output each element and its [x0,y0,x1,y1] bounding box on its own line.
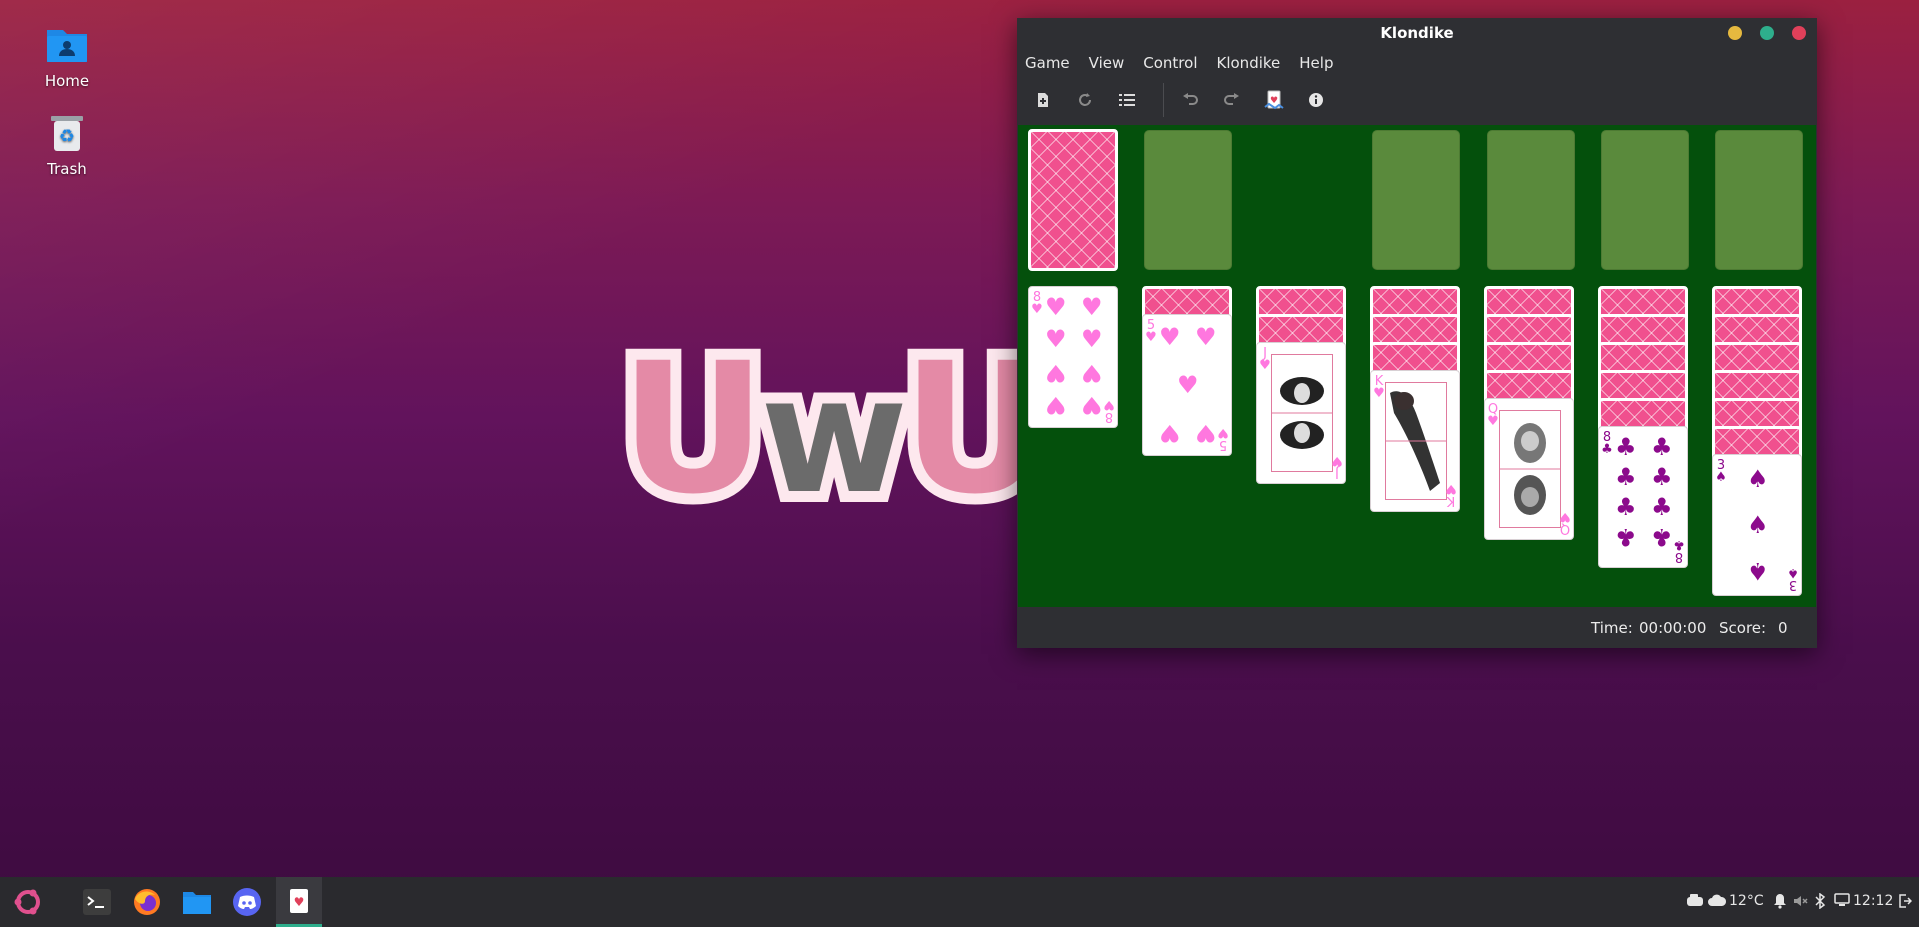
menu-klondike[interactable]: Klondike [1217,54,1281,72]
desktop-icon-trash[interactable]: ♻ Trash [36,110,98,178]
svg-text:♥: ♥ [294,895,305,909]
taskbar: ♥ 12°C 12:12 [0,877,1919,927]
card-table[interactable]: 8 ♥ ♥ ♥ ♥ ♥ ♥ ♥ ♥ ♥ 8 ♥ 5 ♥ ♥ ♥ ♥ ♥ ♥ 5 ♥ J ♥ J ♥ [1018,125,1816,607]
tableau-card-8-hearts[interactable]: 8 ♥ ♥ ♥ ♥ ♥ ♥ ♥ ♥ ♥ 8 ♥ [1028,286,1118,428]
select-game-icon[interactable] [1115,88,1139,112]
home-folder-icon [45,22,89,66]
foundation-slot[interactable] [1715,130,1803,270]
foundation-slot[interactable] [1487,130,1575,270]
firefox-icon[interactable] [131,886,163,918]
notification-bell-icon[interactable] [1773,893,1787,913]
tableau-card-Q-hearts[interactable]: Q ♥ Q ♥ [1484,398,1574,540]
tableau-card-J-hearts[interactable]: J ♥ J ♥ [1256,342,1346,484]
desktop-icon-label: Trash [47,160,87,178]
cat-face-art [1499,410,1561,528]
cloud-icon [1707,893,1727,911]
foundation-slot[interactable] [1601,130,1689,270]
time-label: Time: [1591,619,1633,637]
desktop-icon-label: Home [44,72,90,90]
toolbar-separator [1163,83,1164,117]
restart-icon[interactable] [1073,88,1097,112]
menu-control[interactable]: Control [1143,54,1197,72]
cat-face-art [1271,354,1333,472]
info-icon[interactable] [1304,88,1328,112]
title-bar[interactable]: Klondike [1017,18,1817,48]
discord-icon[interactable] [231,886,263,918]
new-game-icon[interactable] [1031,88,1055,112]
volume-muted-icon[interactable] [1792,893,1808,913]
hint-icon[interactable]: ♥ [1262,88,1286,112]
waste-slot[interactable] [1144,130,1232,270]
score-label: Score: [1719,619,1767,637]
menu-bar: Game View Control Klondike Help [1017,48,1817,78]
svg-text:♻: ♻ [59,126,75,147]
menu-game[interactable]: Game [1025,54,1070,72]
menu-view[interactable]: View [1089,54,1125,72]
menu-help[interactable]: Help [1299,54,1333,72]
maximize-button[interactable] [1760,26,1774,40]
app-menu-icon[interactable] [12,886,44,918]
undo-icon[interactable] [1178,88,1202,112]
logout-icon[interactable] [1898,893,1913,913]
weather-app-icon[interactable] [1686,893,1704,911]
klondike-window: Klondike Game View Control Klondike Help… [1017,18,1817,648]
score-value: 0 [1778,619,1788,637]
temperature[interactable]: 12°C [1729,893,1764,909]
toolbar: ♥ [1017,78,1817,122]
clock[interactable]: 12:12 [1853,893,1893,909]
tableau-card-8-clubs[interactable]: 8 ♣ ♣ ♣ ♣ ♣ ♣ ♣ ♣ ♣ 8 ♣ [1598,426,1688,568]
solitaire-icon[interactable]: ♥ [276,877,322,927]
files-icon[interactable] [181,886,213,918]
stock-pile[interactable] [1028,129,1118,271]
tableau-card-5-hearts[interactable]: 5 ♥ ♥ ♥ ♥ ♥ ♥ 5 ♥ [1142,314,1232,456]
window-title: Klondike [1380,24,1454,42]
minimize-button[interactable] [1728,26,1742,40]
tableau-card-K-hearts[interactable]: K ♥ K ♥ [1370,370,1460,512]
tableau-card-3-spades[interactable]: 3 ♠ ♠ ♠ ♠ 3 ♠ [1712,454,1802,596]
redo-icon[interactable] [1220,88,1244,112]
trash-icon: ♻ [45,110,89,154]
status-bar: Time: 00:00:00 Score: 0 [1017,607,1817,648]
wallpaper-uwu-text: UwU [609,325,1059,534]
desktop-icon-home[interactable]: Home [36,22,98,90]
time-value: 00:00:00 [1639,619,1707,637]
display-icon[interactable] [1834,893,1850,911]
terminal-icon[interactable] [81,886,113,918]
close-button[interactable] [1792,26,1806,40]
bluetooth-icon[interactable] [1814,892,1826,913]
foundation-slot[interactable] [1372,130,1460,270]
cat-face-art [1385,382,1447,500]
